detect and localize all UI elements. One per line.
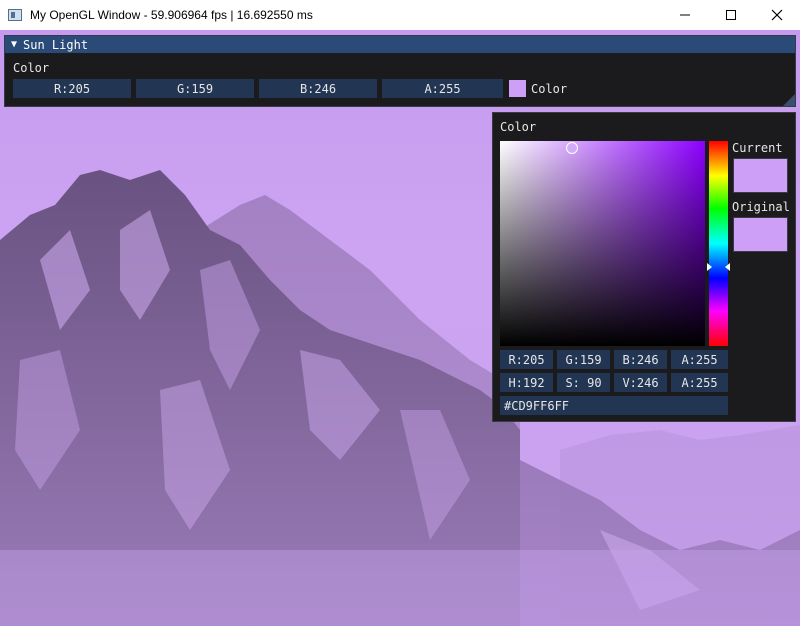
window-bottom-border <box>0 626 800 630</box>
channel-g-field[interactable]: G:159 <box>136 79 254 98</box>
minimize-button[interactable] <box>662 0 708 30</box>
picker-h-field[interactable]: H:192 <box>500 373 553 392</box>
current-color-preview <box>733 158 788 193</box>
app-window-icon <box>8 9 22 21</box>
picker-r-field[interactable]: R:205 <box>500 350 553 369</box>
sun-light-header[interactable]: ▼ Sun Light <box>5 36 795 53</box>
current-label: Current <box>732 141 783 155</box>
sun-light-title: Sun Light <box>23 37 89 52</box>
hex-input[interactable]: #CD9FF6FF <box>500 396 728 415</box>
picker-g-field[interactable]: G:159 <box>557 350 610 369</box>
close-icon <box>771 9 783 21</box>
hue-slider[interactable] <box>709 141 728 346</box>
color-swatch-button[interactable] <box>509 80 526 97</box>
sv-picker-cursor[interactable] <box>566 142 578 154</box>
picker-v-field[interactable]: V:246 <box>614 373 667 392</box>
resize-grip[interactable] <box>783 94 795 106</box>
hue-marker-left-icon <box>707 263 712 271</box>
picker-b-field[interactable]: B:246 <box>614 350 667 369</box>
window-title: My OpenGL Window - 59.906964 fps | 16.69… <box>30 8 313 22</box>
channel-b-field[interactable]: B:246 <box>259 79 377 98</box>
minimize-icon <box>680 14 690 16</box>
channel-r-field[interactable]: R:205 <box>13 79 131 98</box>
channel-a-field[interactable]: A:255 <box>382 79 503 98</box>
close-button[interactable] <box>754 0 800 30</box>
color-label: Color <box>13 61 50 75</box>
picker-title: Color <box>500 120 537 134</box>
original-color-preview[interactable] <box>733 217 788 252</box>
sun-light-window[interactable]: ▼ Sun Light Color R:205 G:159 B:246 A:25… <box>4 35 796 107</box>
hue-marker-right-icon <box>725 263 730 271</box>
maximize-icon <box>726 10 736 20</box>
picker-a-field[interactable]: A:255 <box>671 350 728 369</box>
color-swatch-label: Color <box>531 82 568 96</box>
color-picker-popup[interactable]: Color Current Original R:205 G:159 B:246… <box>492 112 796 422</box>
collapse-triangle-icon[interactable]: ▼ <box>11 39 17 50</box>
picker-alpha-field[interactable]: A:255 <box>671 373 728 392</box>
picker-s-field[interactable]: S: 90 <box>557 373 610 392</box>
saturation-value-square[interactable] <box>500 141 705 346</box>
title-bar[interactable]: My OpenGL Window - 59.906964 fps | 16.69… <box>0 0 800 30</box>
original-label: Original <box>732 200 790 214</box>
maximize-button[interactable] <box>708 0 754 30</box>
